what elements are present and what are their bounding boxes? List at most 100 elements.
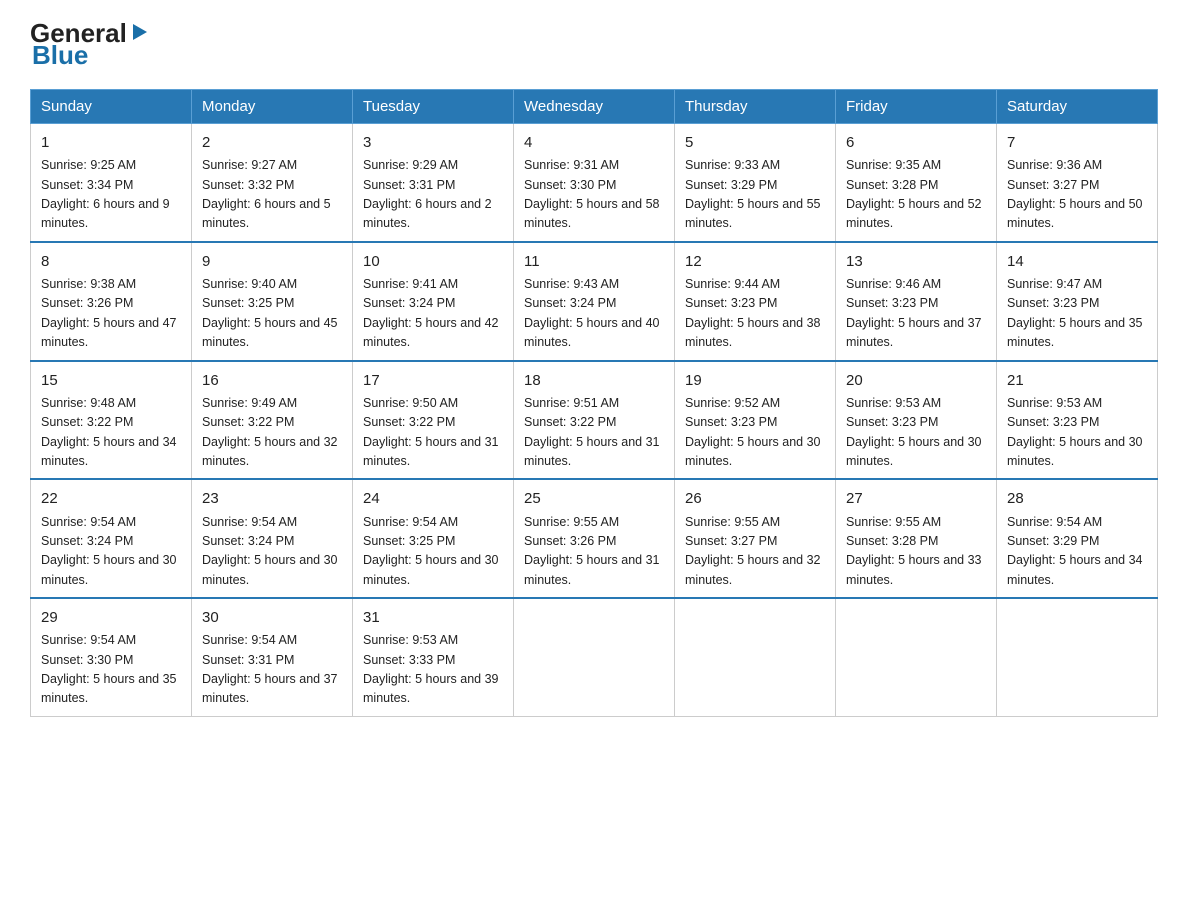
calendar-day-cell: 17Sunrise: 9:50 AMSunset: 3:22 PMDayligh… (353, 361, 514, 480)
calendar-day-cell: 22 Sunrise: 9:54 AMSunset: 3:24 PMDayligh… (31, 479, 192, 598)
day-number: 23 (202, 487, 342, 510)
day-number: 25 (524, 487, 664, 510)
day-info: Sunrise: 9:53 AMSunset: 3:23 PMDaylight:… (846, 394, 986, 472)
day-info: Sunrise: 9:49 AMSunset: 3:22 PMDaylight:… (202, 394, 342, 472)
day-info: Sunrise: 9:25 AMSunset: 3:34 PMDaylight:… (41, 156, 181, 234)
day-info: Sunrise: 9:51 AMSunset: 3:22 PMDaylight:… (524, 394, 664, 472)
calendar-day-cell: 20Sunrise: 9:53 AMSunset: 3:23 PMDayligh… (836, 361, 997, 480)
calendar-day-cell: 28 Sunrise: 9:54 AMSunset: 3:29 PMDayligh… (997, 479, 1158, 598)
calendar-day-cell: 19Sunrise: 9:52 AMSunset: 3:23 PMDayligh… (675, 361, 836, 480)
calendar-day-cell (675, 598, 836, 716)
calendar-week-row: 1Sunrise: 9:25 AMSunset: 3:34 PMDaylight… (31, 124, 1158, 242)
calendar-day-cell: 8Sunrise: 9:38 AMSunset: 3:26 PMDaylight… (31, 242, 192, 361)
day-number: 28 (1007, 487, 1147, 510)
calendar-day-header: Tuesday (353, 90, 514, 124)
calendar-day-cell: 16Sunrise: 9:49 AMSunset: 3:22 PMDayligh… (192, 361, 353, 480)
calendar-header-row: SundayMondayTuesdayWednesdayThursdayFrid… (31, 90, 1158, 124)
day-number: 10 (363, 250, 503, 273)
day-info: Sunrise: 9:53 AMSunset: 3:33 PMDaylight:… (363, 631, 503, 709)
logo-blue: Blue (32, 40, 88, 71)
day-number: 2 (202, 131, 342, 154)
calendar-week-row: 22 Sunrise: 9:54 AMSunset: 3:24 PMDayligh… (31, 479, 1158, 598)
calendar-day-cell: 9Sunrise: 9:40 AMSunset: 3:25 PMDaylight… (192, 242, 353, 361)
calendar-day-header: Wednesday (514, 90, 675, 124)
day-number: 17 (363, 369, 503, 392)
day-number: 13 (846, 250, 986, 273)
day-info: Sunrise: 9:36 AMSunset: 3:27 PMDaylight:… (1007, 156, 1147, 234)
day-info: Sunrise: 9:50 AMSunset: 3:22 PMDaylight:… (363, 394, 503, 472)
day-number: 3 (363, 131, 503, 154)
calendar-day-cell: 21Sunrise: 9:53 AMSunset: 3:23 PMDayligh… (997, 361, 1158, 480)
calendar-day-header: Monday (192, 90, 353, 124)
calendar-week-row: 15Sunrise: 9:48 AMSunset: 3:22 PMDayligh… (31, 361, 1158, 480)
day-number: 12 (685, 250, 825, 273)
day-number: 7 (1007, 131, 1147, 154)
day-info: Sunrise: 9:35 AMSunset: 3:28 PMDaylight:… (846, 156, 986, 234)
day-number: 26 (685, 487, 825, 510)
day-number: 6 (846, 131, 986, 154)
logo: General Blue (30, 20, 151, 71)
calendar-day-cell (836, 598, 997, 716)
day-info: Sunrise: 9:55 AMSunset: 3:27 PMDaylight:… (685, 513, 825, 591)
calendar-day-cell: 29Sunrise: 9:54 AMSunset: 3:30 PMDayligh… (31, 598, 192, 716)
day-info: Sunrise: 9:40 AMSunset: 3:25 PMDaylight:… (202, 275, 342, 353)
calendar-day-cell: 18Sunrise: 9:51 AMSunset: 3:22 PMDayligh… (514, 361, 675, 480)
calendar-day-cell: 13Sunrise: 9:46 AMSunset: 3:23 PMDayligh… (836, 242, 997, 361)
day-info: Sunrise: 9:54 AMSunset: 3:25 PMDaylight:… (363, 513, 503, 591)
calendar-day-cell: 6Sunrise: 9:35 AMSunset: 3:28 PMDaylight… (836, 124, 997, 242)
calendar-table: SundayMondayTuesdayWednesdayThursdayFrid… (30, 89, 1158, 717)
day-info: Sunrise: 9:41 AMSunset: 3:24 PMDaylight:… (363, 275, 503, 353)
day-number: 1 (41, 131, 181, 154)
calendar-day-cell (514, 598, 675, 716)
day-info: Sunrise: 9:27 AMSunset: 3:32 PMDaylight:… (202, 156, 342, 234)
calendar-day-cell: 3Sunrise: 9:29 AMSunset: 3:31 PMDaylight… (353, 124, 514, 242)
day-info: Sunrise: 9:31 AMSunset: 3:30 PMDaylight:… (524, 156, 664, 234)
day-number: 4 (524, 131, 664, 154)
day-info: Sunrise: 9:52 AMSunset: 3:23 PMDaylight:… (685, 394, 825, 472)
calendar-day-cell: 26 Sunrise: 9:55 AMSunset: 3:27 PMDayligh… (675, 479, 836, 598)
day-number: 14 (1007, 250, 1147, 273)
calendar-day-cell: 5Sunrise: 9:33 AMSunset: 3:29 PMDaylight… (675, 124, 836, 242)
calendar-day-cell: 10Sunrise: 9:41 AMSunset: 3:24 PMDayligh… (353, 242, 514, 361)
day-info: Sunrise: 9:54 AMSunset: 3:31 PMDaylight:… (202, 631, 342, 709)
day-info: Sunrise: 9:33 AMSunset: 3:29 PMDaylight:… (685, 156, 825, 234)
calendar-day-cell: 14Sunrise: 9:47 AMSunset: 3:23 PMDayligh… (997, 242, 1158, 361)
day-number: 11 (524, 250, 664, 273)
calendar-day-cell: 31Sunrise: 9:53 AMSunset: 3:33 PMDayligh… (353, 598, 514, 716)
calendar-day-header: Friday (836, 90, 997, 124)
day-number: 22 (41, 487, 181, 510)
day-info: Sunrise: 9:54 AMSunset: 3:24 PMDaylight:… (41, 513, 181, 591)
calendar-week-row: 8Sunrise: 9:38 AMSunset: 3:26 PMDaylight… (31, 242, 1158, 361)
day-info: Sunrise: 9:47 AMSunset: 3:23 PMDaylight:… (1007, 275, 1147, 353)
calendar-day-cell: 11Sunrise: 9:43 AMSunset: 3:24 PMDayligh… (514, 242, 675, 361)
day-info: Sunrise: 9:38 AMSunset: 3:26 PMDaylight:… (41, 275, 181, 353)
calendar-day-cell: 27Sunrise: 9:55 AMSunset: 3:28 PMDayligh… (836, 479, 997, 598)
calendar-day-header: Sunday (31, 90, 192, 124)
calendar-week-row: 29Sunrise: 9:54 AMSunset: 3:30 PMDayligh… (31, 598, 1158, 716)
calendar-day-cell: 25 Sunrise: 9:55 AMSunset: 3:26 PMDayligh… (514, 479, 675, 598)
day-info: Sunrise: 9:54 AMSunset: 3:24 PMDaylight:… (202, 513, 342, 591)
day-number: 9 (202, 250, 342, 273)
day-number: 5 (685, 131, 825, 154)
calendar-day-cell: 23 Sunrise: 9:54 AMSunset: 3:24 PMDayligh… (192, 479, 353, 598)
calendar-day-cell: 15Sunrise: 9:48 AMSunset: 3:22 PMDayligh… (31, 361, 192, 480)
day-info: Sunrise: 9:29 AMSunset: 3:31 PMDaylight:… (363, 156, 503, 234)
day-info: Sunrise: 9:55 AMSunset: 3:26 PMDaylight:… (524, 513, 664, 591)
day-number: 20 (846, 369, 986, 392)
calendar-day-cell (997, 598, 1158, 716)
calendar-day-cell: 4Sunrise: 9:31 AMSunset: 3:30 PMDaylight… (514, 124, 675, 242)
day-number: 27 (846, 487, 986, 510)
calendar-day-cell: 2Sunrise: 9:27 AMSunset: 3:32 PMDaylight… (192, 124, 353, 242)
day-info: Sunrise: 9:53 AMSunset: 3:23 PMDaylight:… (1007, 394, 1147, 472)
page-header: General Blue (30, 20, 1158, 71)
calendar-day-cell: 24Sunrise: 9:54 AMSunset: 3:25 PMDayligh… (353, 479, 514, 598)
day-number: 21 (1007, 369, 1147, 392)
day-info: Sunrise: 9:44 AMSunset: 3:23 PMDaylight:… (685, 275, 825, 353)
day-number: 29 (41, 606, 181, 629)
calendar-day-cell: 7Sunrise: 9:36 AMSunset: 3:27 PMDaylight… (997, 124, 1158, 242)
day-info: Sunrise: 9:48 AMSunset: 3:22 PMDaylight:… (41, 394, 181, 472)
day-info: Sunrise: 9:43 AMSunset: 3:24 PMDaylight:… (524, 275, 664, 353)
calendar-day-cell: 1Sunrise: 9:25 AMSunset: 3:34 PMDaylight… (31, 124, 192, 242)
calendar-day-header: Saturday (997, 90, 1158, 124)
day-info: Sunrise: 9:54 AMSunset: 3:29 PMDaylight:… (1007, 513, 1147, 591)
